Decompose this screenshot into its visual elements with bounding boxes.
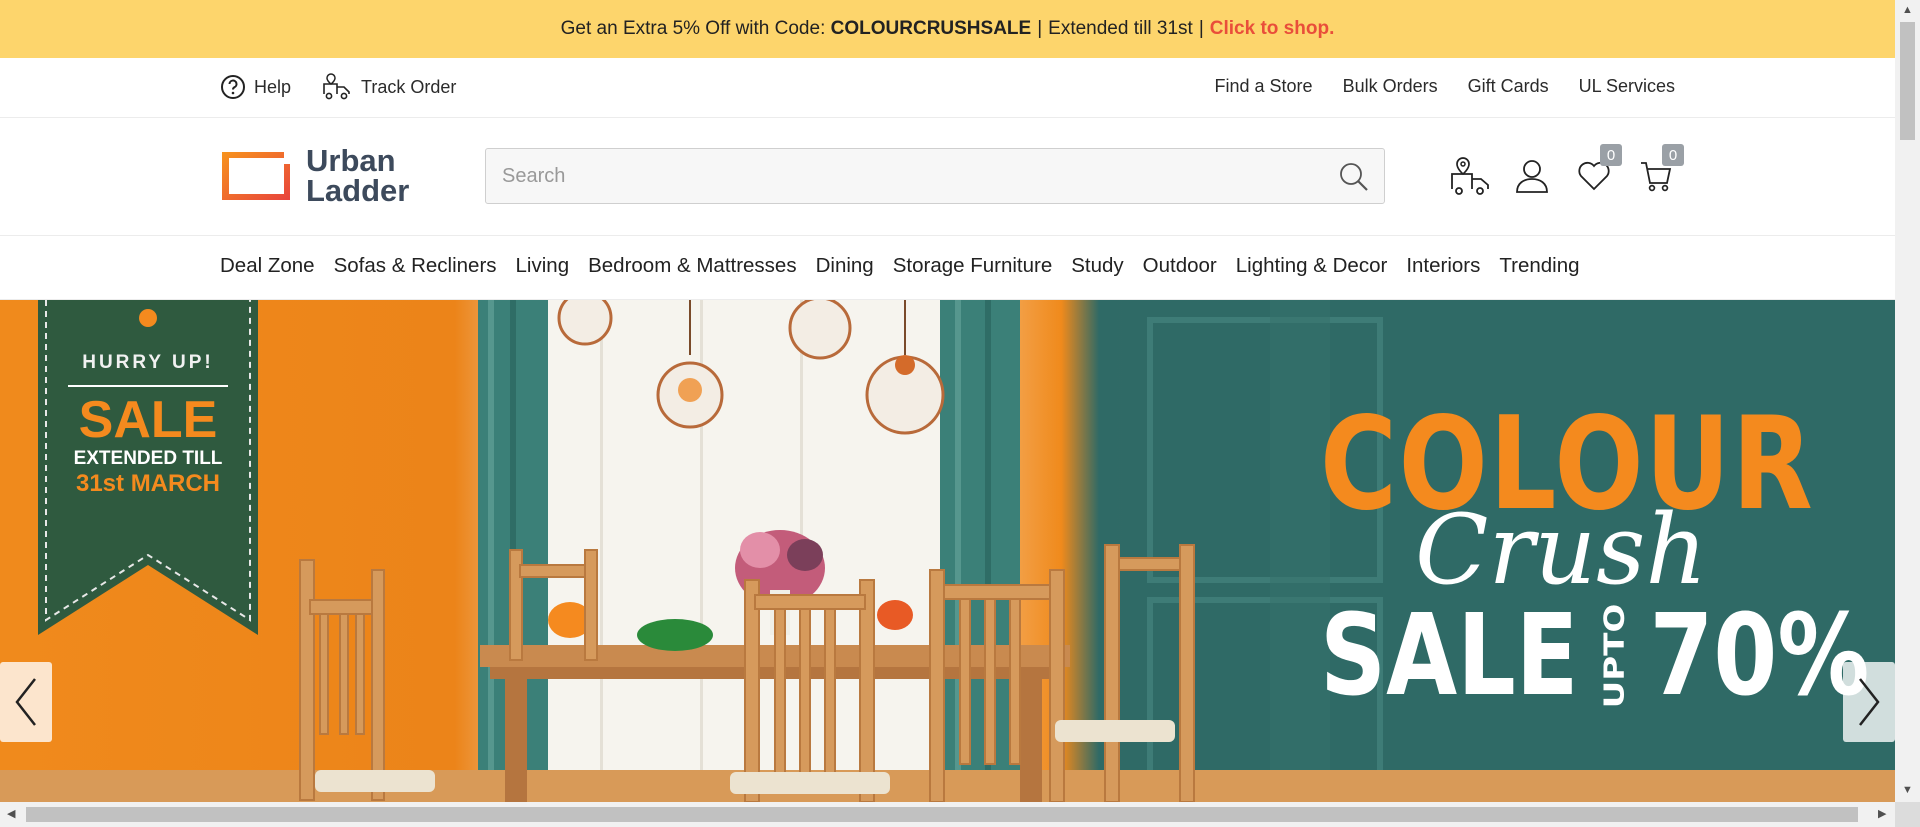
carousel-prev-button[interactable]: [0, 662, 52, 742]
promo-bar: Get an Extra 5% Off with Code: COLOURCRU…: [0, 0, 1895, 58]
nav-lighting-decor[interactable]: Lighting & Decor: [1236, 254, 1388, 278]
bulk-orders-link[interactable]: Bulk Orders: [1343, 76, 1438, 97]
ul-services-link[interactable]: UL Services: [1579, 76, 1675, 97]
search-box: [485, 148, 1385, 204]
scroll-down-arrow-icon[interactable]: ▼: [1902, 784, 1913, 796]
headline-percent: 70%: [1649, 591, 1870, 721]
cart-button[interactable]: 0: [1636, 144, 1684, 196]
track-order-link[interactable]: Track Order: [321, 72, 456, 102]
search-input[interactable]: [486, 149, 1286, 203]
vertical-scrollbar[interactable]: ▲ ▼: [1895, 0, 1920, 802]
hero-headline: COLOUR Crush SALE UPTO 70%: [1320, 390, 1869, 721]
truck-icon: [323, 73, 350, 100]
vertical-scroll-thumb[interactable]: [1900, 22, 1915, 140]
tag-hurry-up: HURRY UP!: [82, 352, 214, 373]
horizontal-scroll-thumb[interactable]: [26, 807, 1858, 822]
cart-count-badge: 0: [1662, 144, 1684, 166]
headline-colour: COLOUR: [1320, 390, 1815, 539]
user-icon: [1516, 160, 1548, 193]
track-order-label: Track Order: [361, 76, 457, 97]
urban-ladder-logo[interactable]: Urban Ladder: [220, 143, 410, 208]
nav-living[interactable]: Living: [516, 254, 570, 278]
tag-date: 31st MARCH: [75, 470, 221, 497]
profile-button[interactable]: [1512, 156, 1552, 196]
logo-text: Urban Ladder: [306, 143, 410, 208]
promo-code: COLOURCRUSHSALE: [830, 18, 1032, 39]
horizontal-scrollbar[interactable]: ◀ ▶: [0, 802, 1895, 827]
scroll-left-arrow-icon[interactable]: ◀: [7, 807, 15, 820]
nav-dining[interactable]: Dining: [816, 254, 874, 278]
help-label: Help: [254, 76, 292, 97]
promo-cta-link[interactable]: Click to shop.: [1210, 18, 1335, 40]
nav-bedroom-mattresses[interactable]: Bedroom & Mattresses: [588, 254, 797, 278]
find-store-link[interactable]: Find a Store: [1215, 76, 1313, 97]
nav-deal-zone[interactable]: Deal Zone: [220, 254, 315, 278]
logo-mark-icon: [220, 150, 292, 202]
promo-separator: |: [1198, 18, 1204, 39]
headline-sale: SALE: [1320, 591, 1579, 721]
main-header: Urban Ladder Search 0 0: [0, 118, 1895, 236]
logo-line-2: Ladder: [306, 173, 410, 208]
nav-trending[interactable]: Trending: [1499, 254, 1579, 278]
tag-extended-till: EXTENDED TILL: [73, 448, 223, 469]
tag-sale: SALE: [78, 391, 218, 449]
nav-storage-furniture[interactable]: Storage Furniture: [893, 254, 1053, 278]
carousel-next-button[interactable]: [1843, 662, 1895, 742]
help-circle-icon: [221, 75, 245, 99]
category-nav: Deal Zone Sofas & Recliners Living Bedro…: [0, 236, 1895, 300]
utility-bar: Help Track Order Find a Store Bulk Order…: [0, 58, 1895, 118]
promo-separator: |: [1037, 18, 1043, 39]
delivery-location-icon: [1451, 157, 1489, 195]
store-locator-button[interactable]: [1450, 156, 1490, 196]
wishlist-button[interactable]: 0: [1574, 144, 1622, 196]
sale-tag-text: HURRY UP! SALE EXTENDED TILL 31st MARCH: [38, 352, 258, 498]
nav-sofas-recliners[interactable]: Sofas & Recliners: [334, 254, 497, 278]
nav-outdoor[interactable]: Outdoor: [1143, 254, 1217, 278]
hero-banner[interactable]: HURRY UP! SALE EXTENDED TILL 31st MARCH …: [0, 300, 1895, 802]
help-link[interactable]: Help: [220, 74, 291, 100]
nav-study[interactable]: Study: [1071, 254, 1123, 278]
chevron-right-icon: [1859, 678, 1880, 726]
scrollbar-corner: [1895, 802, 1920, 827]
wishlist-count-badge: 0: [1600, 144, 1622, 166]
nav-interiors[interactable]: Interiors: [1406, 254, 1480, 278]
promo-extended: Extended till 31st: [1048, 18, 1193, 39]
headline-upto: UPTO: [1598, 603, 1632, 709]
scroll-right-arrow-icon[interactable]: ▶: [1878, 807, 1886, 820]
gift-cards-link[interactable]: Gift Cards: [1468, 76, 1549, 97]
chevron-left-icon: [15, 678, 36, 726]
search-icon[interactable]: [1338, 161, 1370, 198]
logo-line-1: Urban: [306, 143, 396, 178]
scroll-up-arrow-icon[interactable]: ▲: [1902, 4, 1913, 16]
promo-text: Get an Extra 5% Off with Code:: [560, 18, 826, 39]
headline-sale-line: SALE UPTO 70%: [1320, 591, 1869, 721]
